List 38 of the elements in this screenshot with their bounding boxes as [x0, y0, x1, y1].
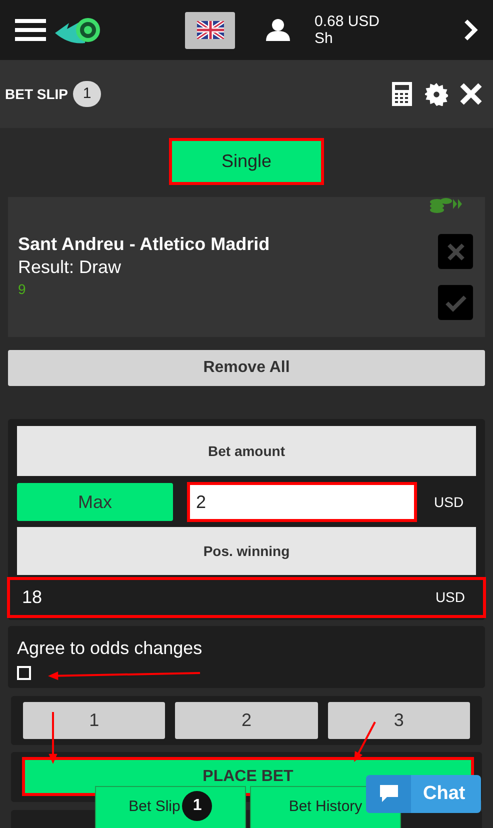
bet-type-tab[interactable]: Single	[169, 138, 324, 185]
coins-icon	[429, 197, 463, 213]
bet-amount-label: Bet amount	[17, 426, 476, 476]
agree-label: Agree to odds changes	[17, 637, 204, 660]
settings-icon[interactable]	[425, 82, 448, 106]
chevron-right-icon[interactable]	[464, 19, 478, 41]
agree-checkbox[interactable]	[17, 666, 31, 680]
bet-result: Result: Draw	[18, 256, 122, 279]
quick-stake-button[interactable]: 3	[328, 702, 470, 739]
amount-field[interactable]: 2	[187, 482, 417, 522]
bet-match: Sant Andreu - Atletico Madrid	[18, 233, 270, 255]
bet-odds: 9	[18, 280, 26, 299]
tab-label: Bet Slip	[128, 797, 180, 817]
close-icon	[446, 242, 464, 260]
quick-stake-button[interactable]: 1	[23, 702, 166, 739]
menu-icon[interactable]	[15, 18, 46, 42]
close-icon[interactable]	[459, 82, 483, 106]
pos-winning-label: Pos. winning	[17, 527, 476, 575]
bet-count-badge: 1	[73, 81, 102, 107]
user-icon[interactable]	[266, 19, 290, 41]
currency-label: USD	[434, 492, 464, 512]
bet-slip-title: BET SLIP	[5, 84, 68, 104]
checkmark-icon	[444, 294, 466, 312]
bottom-tab[interactable]: Bet Slip 1	[95, 786, 246, 828]
flag-icon	[196, 21, 224, 39]
language-button[interactable]	[185, 12, 236, 48]
account-name: Sh	[314, 30, 334, 47]
chat-bubble-icon	[378, 783, 400, 805]
tab-label: Bet History	[288, 797, 362, 817]
tab-count-badge: 1	[182, 791, 212, 821]
currency-label: USD	[435, 588, 465, 607]
max-button[interactable]: Max	[17, 483, 173, 521]
quick-stake-button[interactable]: 2	[175, 702, 318, 739]
balance-text: 0.68 USD	[314, 13, 380, 30]
logo-icon[interactable]	[55, 15, 101, 45]
winning-value: 18	[22, 586, 42, 609]
remove-all-button[interactable]: Remove All	[8, 350, 485, 386]
calculator-icon[interactable]	[392, 82, 412, 106]
